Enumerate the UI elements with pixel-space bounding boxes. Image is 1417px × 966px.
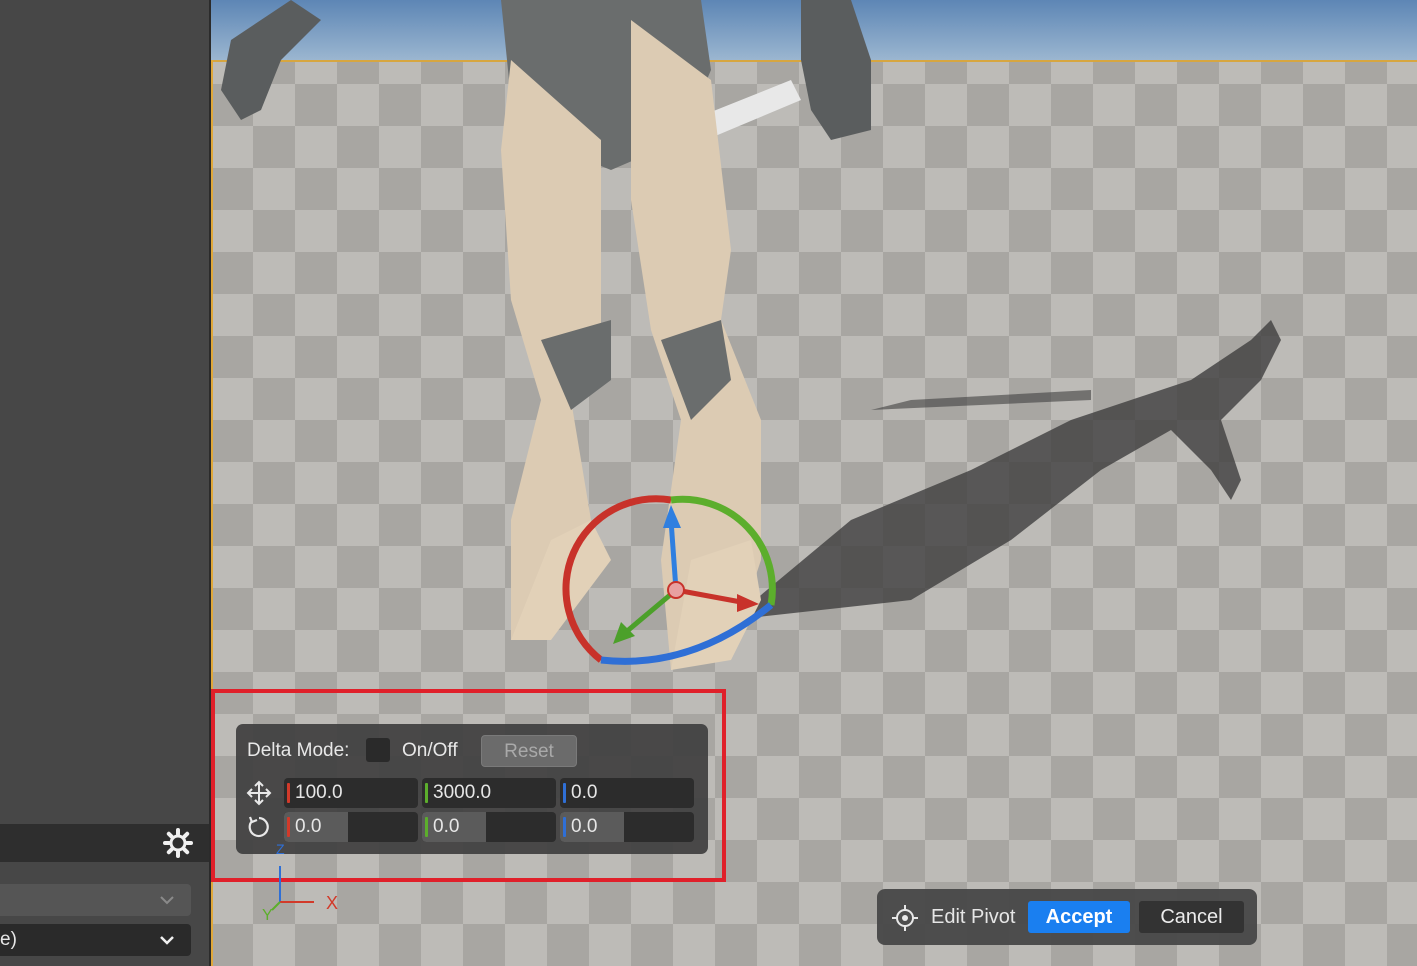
reset-button[interactable]: Reset bbox=[481, 735, 577, 767]
left-glove bbox=[221, 0, 321, 120]
axis-x-marker bbox=[287, 783, 290, 803]
axis-indicator: Z X Y bbox=[262, 841, 338, 924]
location-x-field[interactable]: 100.0 bbox=[284, 778, 418, 808]
gizmo-pivot bbox=[667, 581, 685, 599]
details-section-header bbox=[0, 824, 209, 862]
axis-z-marker bbox=[563, 783, 566, 803]
pivot-toolbar: Edit Pivot Accept Cancel bbox=[877, 889, 1257, 945]
character-shadow bbox=[731, 320, 1281, 620]
delta-mode-label: Delta Mode: bbox=[247, 740, 350, 761]
delta-mode-checkbox[interactable] bbox=[366, 738, 390, 762]
axis-y-label: Y bbox=[262, 907, 273, 924]
location-x-value: 100.0 bbox=[295, 782, 343, 803]
rotation-z-value: 0.0 bbox=[571, 816, 598, 837]
axis-z-marker bbox=[563, 817, 566, 837]
location-y-value: 3000.0 bbox=[433, 782, 492, 803]
location-z-value: 0.0 bbox=[571, 782, 598, 803]
right-glove bbox=[801, 0, 871, 140]
rotation-y-value: 0.0 bbox=[433, 816, 460, 837]
crosshair-icon bbox=[892, 905, 918, 931]
dropdown-selection-text: e) bbox=[0, 929, 17, 950]
rotate-icon bbox=[248, 816, 269, 838]
chevron-down-icon bbox=[160, 936, 174, 945]
transform-panel: Delta Mode: On/Off Reset 100.0 3000.0 0.… bbox=[236, 724, 708, 854]
axis-z-label: Z bbox=[276, 841, 285, 857]
edit-pivot-label: Edit Pivot bbox=[931, 906, 1016, 928]
accept-button[interactable]: Accept bbox=[1028, 901, 1130, 933]
rotation-y-field[interactable]: 0.0 bbox=[422, 812, 556, 842]
left-panel: e) bbox=[0, 0, 211, 966]
axis-x-label: X bbox=[326, 893, 338, 913]
gear-icon[interactable] bbox=[163, 828, 193, 858]
move-arrows-icon bbox=[246, 780, 272, 806]
dropdown-empty[interactable] bbox=[0, 884, 191, 916]
axis-y-marker bbox=[425, 817, 428, 837]
on-off-label: On/Off bbox=[402, 740, 458, 761]
shadow-arm bbox=[871, 390, 1091, 410]
axis-y-marker bbox=[425, 783, 428, 803]
rotation-z-field[interactable]: 0.0 bbox=[560, 812, 694, 842]
rotation-x-value: 0.0 bbox=[295, 816, 322, 837]
axis-x-marker bbox=[287, 817, 290, 837]
chevron-down-icon bbox=[160, 896, 174, 905]
location-z-field[interactable]: 0.0 bbox=[560, 778, 694, 808]
cancel-button[interactable]: Cancel bbox=[1139, 901, 1244, 933]
location-y-field[interactable]: 3000.0 bbox=[422, 778, 556, 808]
dropdown-selection[interactable]: e) bbox=[0, 924, 191, 956]
